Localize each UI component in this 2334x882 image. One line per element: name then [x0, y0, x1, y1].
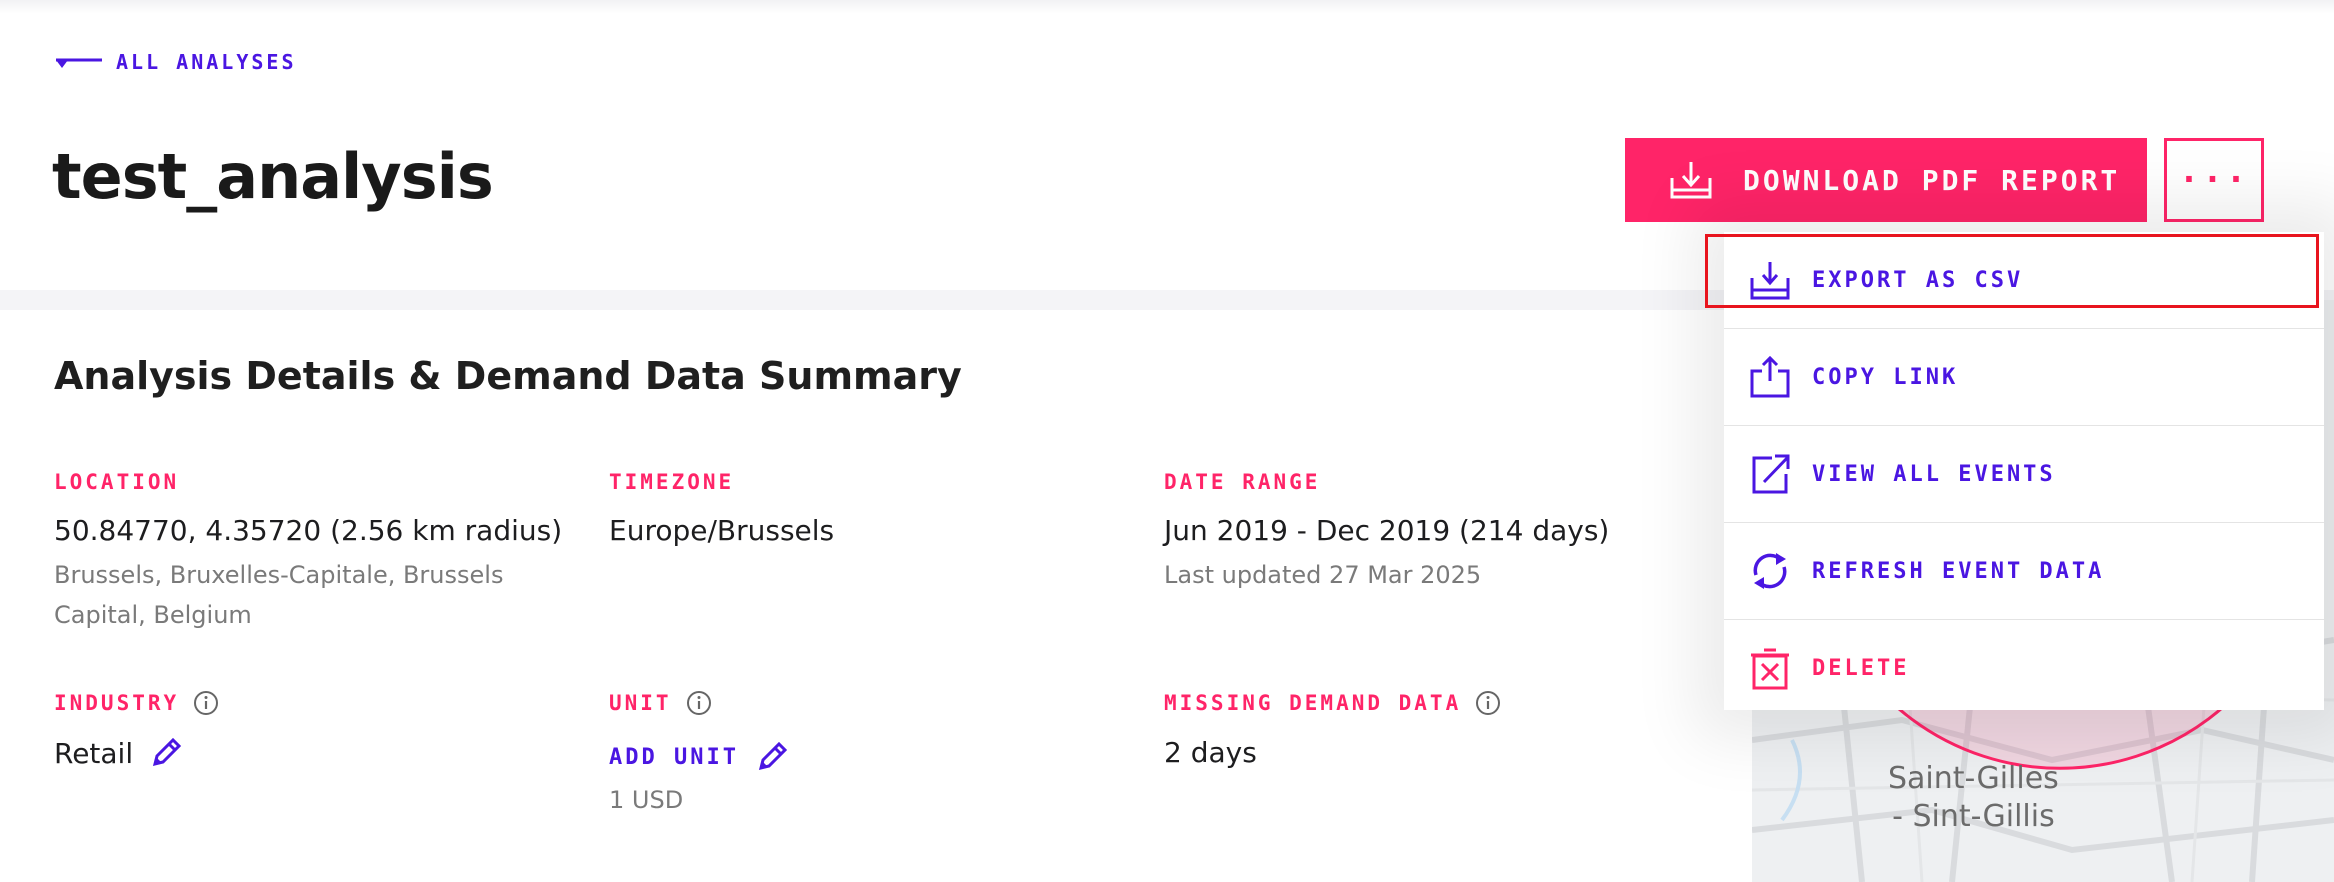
- location-label: LOCATION: [54, 470, 179, 494]
- unit-label: UNIT: [609, 690, 712, 716]
- menu-item-refresh-events[interactable]: REFRESH EVENT DATA: [1724, 523, 2324, 620]
- last-updated: Last updated 27 Mar 2025: [1164, 561, 1482, 589]
- menu-item-copy-link[interactable]: COPY LINK: [1724, 329, 2324, 426]
- more-options-button[interactable]: ···: [2164, 138, 2264, 222]
- missing-data-label-text: MISSING DEMAND DATA: [1164, 691, 1462, 715]
- menu-item-export-csv[interactable]: EXPORT AS CSV: [1724, 232, 2324, 329]
- timezone-label: TIMEZONE: [609, 470, 734, 494]
- missing-data-value: 2 days: [1164, 736, 1257, 769]
- menu-item-label: VIEW ALL EVENTS: [1812, 461, 2056, 487]
- pencil-icon: [758, 741, 788, 771]
- industry-value-text: Retail: [54, 736, 134, 770]
- location-address-line2: Capital, Belgium: [54, 601, 252, 629]
- menu-item-label: DELETE: [1812, 656, 1910, 681]
- unit-label-text: UNIT: [609, 691, 672, 715]
- date-range-value: Jun 2019 - Dec 2019 (214 days): [1164, 514, 1610, 547]
- external-link-icon: [1748, 452, 1792, 496]
- location-address-line1: Brussels, Bruxelles-Capitale, Brussels: [54, 561, 504, 589]
- industry-value: Retail: [54, 736, 183, 770]
- date-range-label-text: DATE RANGE: [1164, 470, 1321, 494]
- info-icon[interactable]: [1475, 690, 1501, 716]
- date-range-label: DATE RANGE: [1164, 470, 1320, 494]
- menu-item-label: REFRESH EVENT DATA: [1812, 558, 2105, 584]
- industry-label: INDUSTRY: [54, 690, 219, 716]
- back-link-label: ALL ANALYSES: [116, 50, 297, 74]
- map-place-label: Saint-Gilles - Sint-Gillis: [1888, 760, 2059, 836]
- download-pdf-label: DOWNLOAD PDF REPORT: [1743, 163, 2121, 197]
- industry-label-text: INDUSTRY: [54, 691, 180, 715]
- location-value: 50.84770, 4.35720 (2.56 km radius): [54, 514, 563, 547]
- delete-icon: [1748, 647, 1792, 691]
- download-icon: [1670, 162, 1712, 199]
- download-pdf-button[interactable]: DOWNLOAD PDF REPORT: [1625, 138, 2147, 222]
- add-unit-label: ADD UNIT: [609, 744, 739, 770]
- map-place-line1: Saint-Gilles: [1888, 761, 2059, 796]
- pencil-icon[interactable]: [149, 736, 183, 770]
- timezone-label-text: TIMEZONE: [609, 470, 735, 494]
- arrow-left-icon: [56, 58, 102, 68]
- menu-item-label: COPY LINK: [1812, 364, 1959, 390]
- add-unit-button[interactable]: ADD UNIT: [609, 740, 789, 774]
- info-icon[interactable]: [686, 690, 712, 716]
- info-icon[interactable]: [193, 690, 219, 716]
- map-place-line2: - Sint-Gillis: [1892, 799, 2055, 834]
- top-shadow: [0, 0, 2334, 14]
- menu-item-delete[interactable]: DELETE: [1724, 620, 2324, 717]
- page-title: test_analysis: [52, 140, 494, 213]
- more-options-menu: EXPORT AS CSV COPY LINK VIEW ALL EVENTS: [1724, 232, 2324, 710]
- refresh-icon: [1748, 549, 1792, 593]
- download-tray-icon: [1748, 258, 1792, 302]
- section-title: Analysis Details & Demand Data Summary: [54, 354, 962, 398]
- timezone-value: Europe/Brussels: [609, 514, 835, 547]
- unit-sub: 1 USD: [609, 786, 684, 814]
- share-icon: [1748, 355, 1792, 399]
- ellipsis-icon: ···: [2178, 160, 2250, 200]
- menu-item-label: EXPORT AS CSV: [1812, 267, 2024, 293]
- menu-item-view-events[interactable]: VIEW ALL EVENTS: [1724, 426, 2324, 523]
- back-link[interactable]: ALL ANALYSES: [54, 50, 297, 74]
- missing-data-label: MISSING DEMAND DATA: [1164, 690, 1501, 716]
- location-label-text: LOCATION: [54, 470, 180, 494]
